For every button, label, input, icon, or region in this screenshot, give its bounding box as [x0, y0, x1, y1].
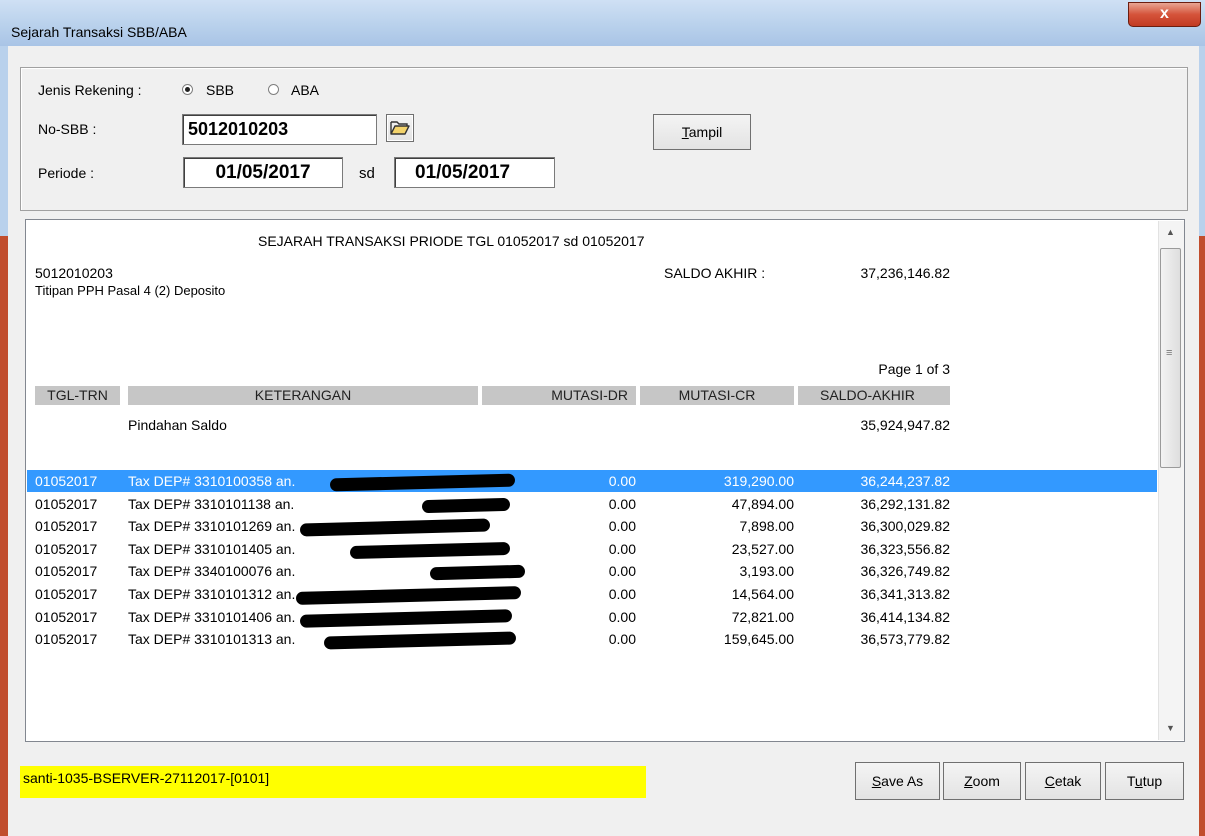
opening-description: Pindahan Saldo: [128, 417, 227, 433]
cetak-label: etak: [1054, 773, 1082, 789]
saldo-akhir-label: SALDO AKHIR :: [664, 265, 766, 281]
cell-saldo-akhir: 36,244,237.82: [860, 473, 950, 489]
cell-mutasi-cr: 72,821.00: [731, 608, 794, 625]
scroll-down-icon[interactable]: ▼: [1166, 723, 1175, 733]
cell-tgl: 01052017: [35, 586, 98, 602]
radio-sbb[interactable]: [182, 84, 193, 95]
scroll-thumb[interactable]: ≡: [1160, 248, 1181, 468]
browse-button[interactable]: [386, 114, 414, 142]
folder-icon: [390, 121, 410, 135]
cell-tgl: 01052017: [35, 495, 98, 512]
save-as-button[interactable]: Save As: [855, 762, 940, 800]
cell-mutasi-dr: 0.00: [608, 518, 636, 535]
zoom-accesskey: Z: [964, 773, 973, 789]
opening-saldo: 35,924,947.82: [860, 417, 950, 433]
cell-tgl: 01052017: [35, 518, 98, 535]
column-header-keterangan: KETERANGAN: [128, 386, 478, 405]
cell-mutasi-cr: 14,564.00: [731, 586, 794, 602]
status-bar: santi-1035-BSERVER-27112017-[0101]: [20, 766, 646, 798]
window-title: Sejarah Transaksi SBB/ABA: [11, 24, 187, 40]
title-bar[interactable]: Sejarah Transaksi SBB/ABA: [0, 0, 1205, 47]
radio-aba[interactable]: [268, 84, 279, 95]
redaction-mark: [421, 497, 511, 513]
tutup-label-start: T: [1126, 773, 1135, 789]
save-as-accesskey: S: [871, 773, 882, 789]
cell-mutasi-cr: 319,290.00: [723, 473, 794, 489]
page-indicator: Page 1 of 3: [878, 361, 950, 377]
saldo-akhir-value: 37,236,146.82: [860, 265, 950, 281]
tampil-label: ampil: [688, 124, 723, 140]
column-header-mutasi-dr: MUTASI-DR: [482, 386, 636, 405]
cell-tgl: 01052017: [35, 563, 98, 580]
save-as-label: ave As: [881, 773, 924, 789]
cell-mutasi-cr: 7,898.00: [739, 518, 795, 535]
cell-saldo-akhir: 36,323,556.82: [860, 540, 950, 557]
cell-saldo-akhir: 36,292,131.82: [860, 495, 950, 512]
window-frame-right-top: [1199, 46, 1205, 236]
tutup-accesskey: u: [1134, 773, 1143, 789]
tampil-button[interactable]: Tampil: [653, 114, 751, 150]
column-header-mutasi-cr: MUTASI-CR: [640, 386, 794, 405]
cell-tgl: 01052017: [35, 608, 98, 625]
cell-saldo-akhir: 36,341,313.82: [860, 586, 950, 602]
account-name: Titipan PPH Pasal 4 (2) Deposito: [35, 283, 226, 298]
column-header-tgl: TGL-TRN: [35, 386, 120, 405]
grip-icon: ≡: [1166, 347, 1173, 359]
radio-aba-label[interactable]: ABA: [291, 82, 319, 98]
cell-mutasi-cr: 3,193.00: [739, 563, 795, 580]
window-frame-left-top: [0, 46, 8, 236]
cell-keterangan: Tax DEP# 3310101138 an.: [128, 495, 295, 512]
radio-sbb-label[interactable]: SBB: [206, 82, 234, 98]
no-sbb-input[interactable]: [182, 114, 377, 145]
cell-tgl: 01052017: [35, 540, 98, 557]
tutup-button[interactable]: Tutup: [1105, 762, 1184, 800]
close-button[interactable]: x: [1128, 2, 1201, 27]
cetak-accesskey: C: [1044, 773, 1055, 789]
tampil-accesskey: T: [681, 124, 689, 140]
zoom-button[interactable]: Zoom: [943, 762, 1021, 800]
tutup-label-end: tup: [1142, 773, 1163, 789]
cell-saldo-akhir: 36,414,134.82: [860, 608, 950, 625]
cell-saldo-akhir: 36,300,029.82: [860, 518, 950, 535]
jenis-rekening-label: Jenis Rekening :: [38, 82, 142, 98]
zoom-label: oom: [972, 773, 1000, 789]
column-header-saldo-akhir: SALDO-AKHIR: [798, 386, 950, 405]
cell-keterangan: Tax DEP# 3340100076 an.: [128, 563, 296, 580]
cell-saldo-akhir: 36,326,749.82: [860, 563, 950, 580]
cell-mutasi-cr: 159,645.00: [723, 631, 794, 648]
cell-mutasi-cr: 47,894.00: [731, 495, 794, 512]
periode-label: Periode :: [38, 165, 95, 181]
scroll-up-icon[interactable]: ▲: [1166, 227, 1175, 237]
report-heading: SEJARAH TRANSAKSI PRIODE TGL 01052017 sd…: [258, 233, 645, 249]
date-to-input[interactable]: [394, 157, 555, 188]
cell-tgl: 01052017: [35, 631, 98, 648]
cell-tgl: 01052017: [35, 473, 98, 489]
sd-label: sd: [359, 165, 375, 182]
cell-saldo-akhir: 36,573,779.82: [860, 631, 950, 648]
account-number: 5012010203: [35, 265, 113, 281]
no-sbb-label: No-SBB :: [38, 121, 97, 137]
date-from-input[interactable]: [183, 157, 343, 188]
cetak-button[interactable]: Cetak: [1025, 762, 1101, 800]
cell-mutasi-cr: 23,527.00: [731, 540, 794, 557]
